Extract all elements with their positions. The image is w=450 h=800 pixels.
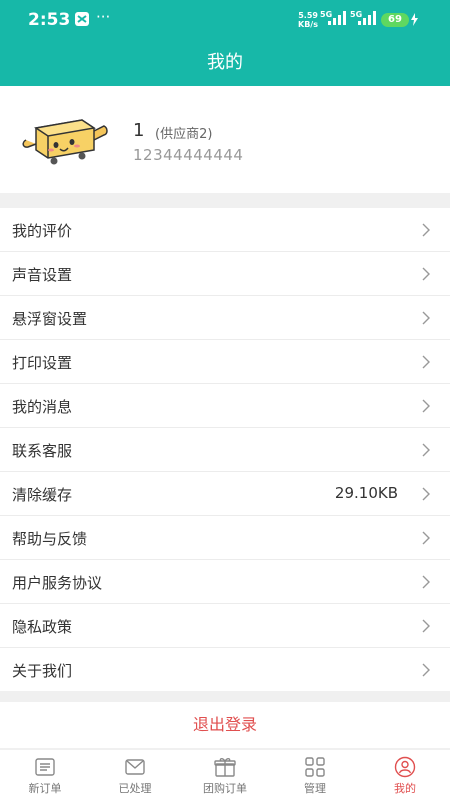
tab-mine[interactable]: 我的 [360, 750, 450, 800]
menu-item-label: 声音设置 [12, 266, 73, 284]
chevron-right-icon [422, 223, 430, 237]
tab-manage[interactable]: 管理 [270, 750, 360, 800]
gift-icon [214, 758, 236, 777]
menu-item-label: 用户服务协议 [12, 574, 103, 592]
mail-icon [125, 759, 145, 775]
menu-item-contact-support[interactable]: 联系客服 [0, 428, 450, 472]
tab-label: 团购订单 [203, 782, 247, 795]
signal-icon [358, 11, 376, 25]
signal-icon [328, 11, 346, 25]
capcut-icon [75, 12, 89, 26]
status-more-dots: ··· [96, 8, 111, 26]
settings-menu: 我的评价 声音设置 悬浮窗设置 打印设置 我的消息 联系客服 清除缓存 29.1… [0, 208, 450, 691]
chevron-right-icon [422, 663, 430, 677]
network-speed: 5.59 KB/s [298, 11, 318, 29]
menu-item-label: 打印设置 [12, 354, 73, 372]
user-phone: 12344444444 [133, 146, 244, 164]
menu-item-print-settings[interactable]: 打印设置 [0, 340, 450, 384]
tab-group-orders[interactable]: 团购订单 [180, 750, 270, 800]
menu-item-my-messages[interactable]: 我的消息 [0, 384, 450, 428]
user-role: (供应商2) [155, 127, 213, 142]
menu-item-label: 清除缓存 [12, 486, 73, 504]
status-bar: 2:53 ··· 5.59 KB/s 5G 5G 69 [0, 0, 450, 40]
chevron-right-icon [422, 355, 430, 369]
menu-item-privacy-policy[interactable]: 隐私政策 [0, 604, 450, 648]
menu-item-my-reviews[interactable]: 我的评价 [0, 208, 450, 252]
charging-icon [411, 13, 418, 26]
chevron-right-icon [422, 267, 430, 281]
tab-new-orders[interactable]: 新订单 [0, 750, 90, 800]
menu-item-label: 我的评价 [12, 222, 73, 240]
chevron-right-icon [422, 531, 430, 545]
user-name: 1 [133, 120, 145, 141]
tab-label: 管理 [304, 782, 326, 795]
profile-card[interactable]: 1 (供应商2) 12344444444 [0, 86, 450, 193]
tab-processed[interactable]: 已处理 [90, 750, 180, 800]
tab-label: 已处理 [118, 782, 152, 795]
menu-item-label: 我的消息 [12, 398, 73, 416]
chevron-right-icon [422, 487, 430, 501]
page-title: 我的 [0, 40, 450, 86]
avatar-mascot-icon [22, 119, 108, 165]
menu-item-label: 帮助与反馈 [12, 530, 88, 548]
menu-item-floating-window-settings[interactable]: 悬浮窗设置 [0, 296, 450, 340]
tab-label: 新订单 [28, 782, 62, 795]
menu-item-label: 悬浮窗设置 [12, 310, 88, 328]
grid-icon [305, 757, 325, 777]
status-time: 2:53 [28, 10, 71, 30]
user-icon [394, 756, 416, 778]
chevron-right-icon [422, 575, 430, 589]
chevron-right-icon [422, 311, 430, 325]
menu-item-user-agreement[interactable]: 用户服务协议 [0, 560, 450, 604]
menu-item-label: 关于我们 [12, 662, 73, 680]
menu-item-label: 隐私政策 [12, 618, 73, 636]
menu-item-sound-settings[interactable]: 声音设置 [0, 252, 450, 296]
menu-item-help-feedback[interactable]: 帮助与反馈 [0, 516, 450, 560]
battery-icon: 69 [381, 13, 409, 27]
menu-item-about-us[interactable]: 关于我们 [0, 648, 450, 691]
bottom-tab-bar: 新订单 已处理 团购订单 管理 我的 [0, 750, 450, 800]
menu-item-label: 联系客服 [12, 442, 73, 460]
list-icon [35, 758, 55, 776]
chevron-right-icon [422, 443, 430, 457]
logout-button[interactable]: 退出登录 [0, 702, 450, 748]
chevron-right-icon [422, 619, 430, 633]
cache-size-value: 29.10KB [334, 484, 398, 502]
chevron-right-icon [422, 399, 430, 413]
tab-label: 我的 [394, 782, 416, 795]
menu-item-clear-cache[interactable]: 清除缓存 29.10KB [0, 472, 450, 516]
